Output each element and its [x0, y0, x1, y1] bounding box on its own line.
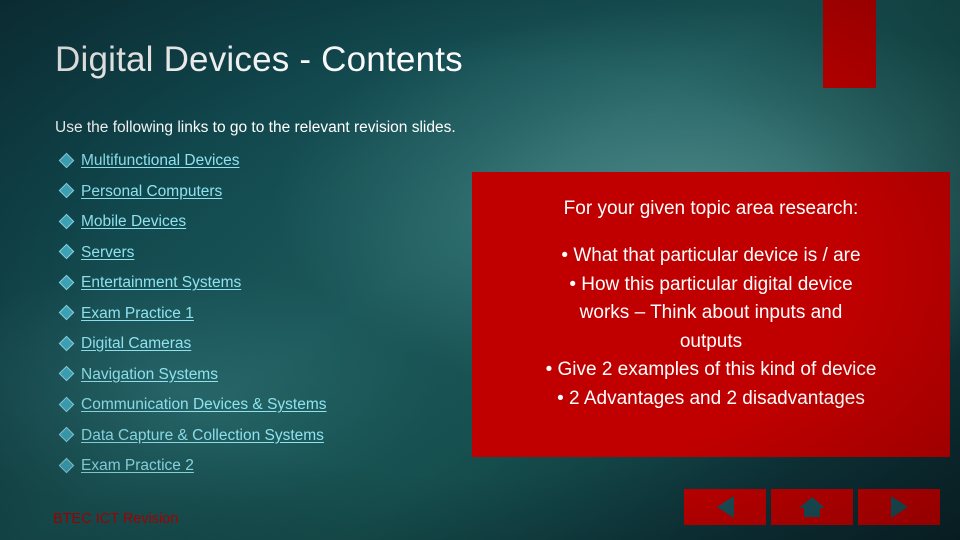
callout-line: works – Think about inputs and: [579, 302, 843, 323]
list-item[interactable]: Exam Practice 1: [55, 299, 475, 330]
list-item[interactable]: Communication Devices & Systems: [55, 390, 475, 421]
diamond-bullet-icon: [55, 243, 81, 260]
callout-line: • 2 Advantages and 2 disadvantages: [557, 387, 865, 409]
content-link[interactable]: Multifunctional Devices: [81, 152, 240, 170]
diamond-bullet-icon: [55, 396, 81, 413]
list-item[interactable]: Servers: [55, 238, 475, 269]
diamond-bullet-icon: [55, 426, 81, 443]
callout-line: • Give 2 examples of this kind of device: [545, 359, 877, 380]
home-icon: [799, 497, 825, 517]
content-link[interactable]: Exam Practice 1: [81, 305, 194, 323]
footer-label: BTEC ICT Revision: [53, 511, 179, 527]
task-callout-box: For your given topic area research: • Wh…: [472, 172, 950, 457]
home-slide-button[interactable]: [771, 489, 853, 525]
callout-headline: For your given topic area research:: [563, 198, 859, 219]
callout-line: • What that particular device is / are: [561, 245, 861, 266]
diamond-bullet-icon: [55, 457, 81, 474]
callout-body: • What that particular device is / are •…: [486, 242, 936, 413]
content-link[interactable]: Communication Devices & Systems: [81, 396, 327, 414]
list-item[interactable]: Multifunctional Devices: [55, 146, 475, 177]
diamond-bullet-icon: [55, 304, 81, 321]
content-link[interactable]: Navigation Systems: [81, 366, 218, 384]
list-item[interactable]: Entertainment Systems: [55, 268, 475, 299]
list-item[interactable]: Exam Practice 2: [55, 451, 475, 482]
content-link[interactable]: Servers: [81, 244, 134, 262]
triangle-left-icon: [716, 496, 734, 518]
slide-navigation: [684, 489, 940, 525]
content-link[interactable]: Data Capture & Collection Systems: [81, 427, 324, 445]
contents-link-list: Multifunctional Devices Personal Compute…: [55, 146, 475, 482]
diamond-bullet-icon: [55, 213, 81, 230]
diamond-bullet-icon: [55, 182, 81, 199]
intro-text: Use the following links to go to the rel…: [55, 119, 456, 136]
callout-line: outputs: [679, 330, 743, 352]
list-item[interactable]: Personal Computers: [55, 177, 475, 208]
list-item[interactable]: Data Capture & Collection Systems: [55, 421, 475, 452]
slide: Digital Devices - Contents Use the follo…: [0, 0, 960, 540]
previous-slide-button[interactable]: [684, 489, 766, 525]
diamond-bullet-icon: [55, 274, 81, 291]
content-link[interactable]: Entertainment Systems: [81, 274, 241, 292]
list-item[interactable]: Digital Cameras: [55, 329, 475, 360]
callout-line: • How this particular digital device: [569, 273, 853, 295]
corner-accent-bar: [823, 0, 876, 88]
next-slide-button[interactable]: [858, 489, 940, 525]
content-link[interactable]: Mobile Devices: [81, 213, 186, 231]
list-item[interactable]: Navigation Systems: [55, 360, 475, 391]
diamond-bullet-icon: [55, 365, 81, 382]
diamond-bullet-icon: [55, 335, 81, 352]
content-link[interactable]: Exam Practice 2: [81, 457, 194, 475]
diamond-bullet-icon: [55, 152, 81, 169]
triangle-right-icon: [890, 496, 908, 518]
content-link[interactable]: Digital Cameras: [81, 335, 191, 353]
content-link[interactable]: Personal Computers: [81, 183, 222, 201]
list-item[interactable]: Mobile Devices: [55, 207, 475, 238]
page-title: Digital Devices - Contents: [55, 40, 463, 79]
